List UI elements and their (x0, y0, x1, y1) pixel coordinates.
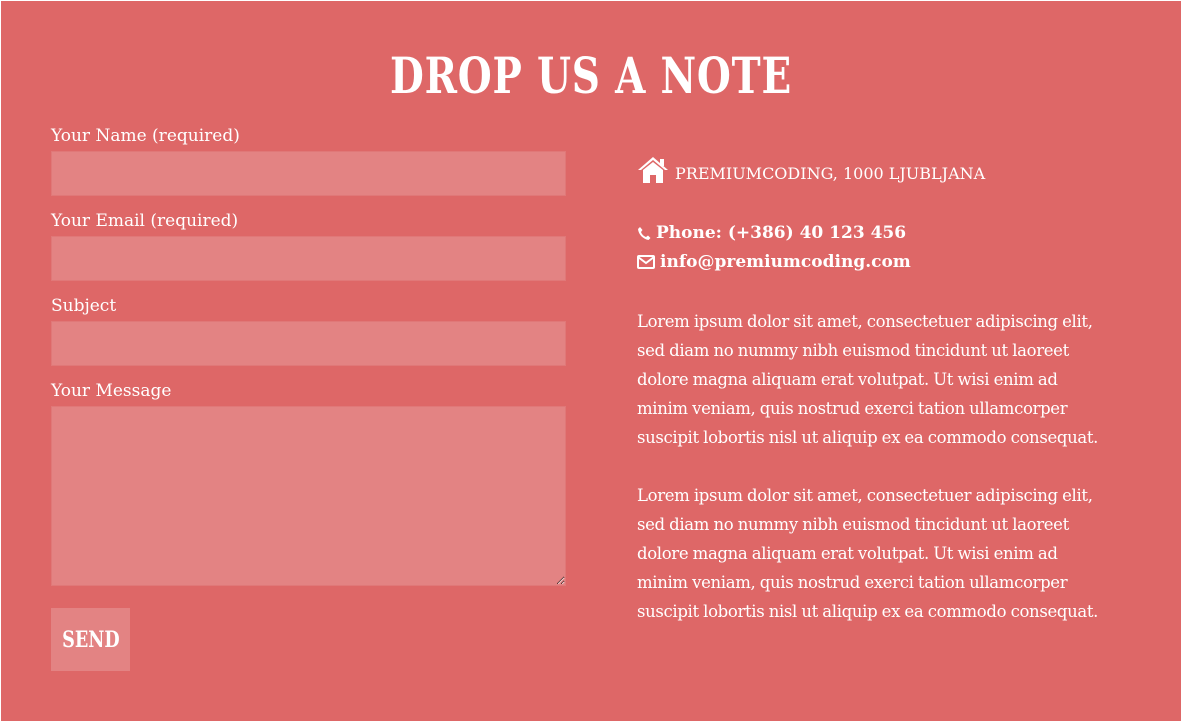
message-field[interactable] (51, 406, 566, 586)
email-field[interactable] (51, 236, 566, 281)
home-icon (637, 156, 669, 184)
contact-section: DROP US A NOTE Your Name (required) Your… (1, 1, 1181, 721)
address-text: PREMIUMCODING, 1000 LJUBLJANA (675, 164, 986, 183)
description-paragraph-2: Lorem ipsum dolor sit amet, consectetuer… (637, 486, 1099, 621)
send-button[interactable]: SEND (51, 608, 130, 671)
name-field[interactable] (51, 151, 566, 196)
phone-line: Phone: (+386) 40 123 456 (637, 222, 906, 244)
subject-field[interactable] (51, 321, 566, 366)
section-title: DROP US A NOTE (390, 46, 792, 105)
envelope-icon (637, 255, 655, 269)
address-line: PREMIUMCODING, 1000 LJUBLJANA (637, 154, 1137, 184)
send-button-label: SEND (61, 626, 120, 653)
email-label: Your Email (required) (51, 211, 239, 231)
phone-text: Phone: (+386) 40 123 456 (656, 223, 907, 243)
name-label: Your Name (required) (51, 126, 240, 146)
email-line: info@premiumcoding.com (637, 251, 911, 273)
message-label: Your Message (51, 381, 172, 401)
phone-icon (637, 226, 651, 241)
subject-label: Subject (51, 296, 117, 316)
email-text[interactable]: info@premiumcoding.com (660, 251, 911, 273)
description-paragraph-1: Lorem ipsum dolor sit amet, consectetuer… (637, 312, 1099, 447)
